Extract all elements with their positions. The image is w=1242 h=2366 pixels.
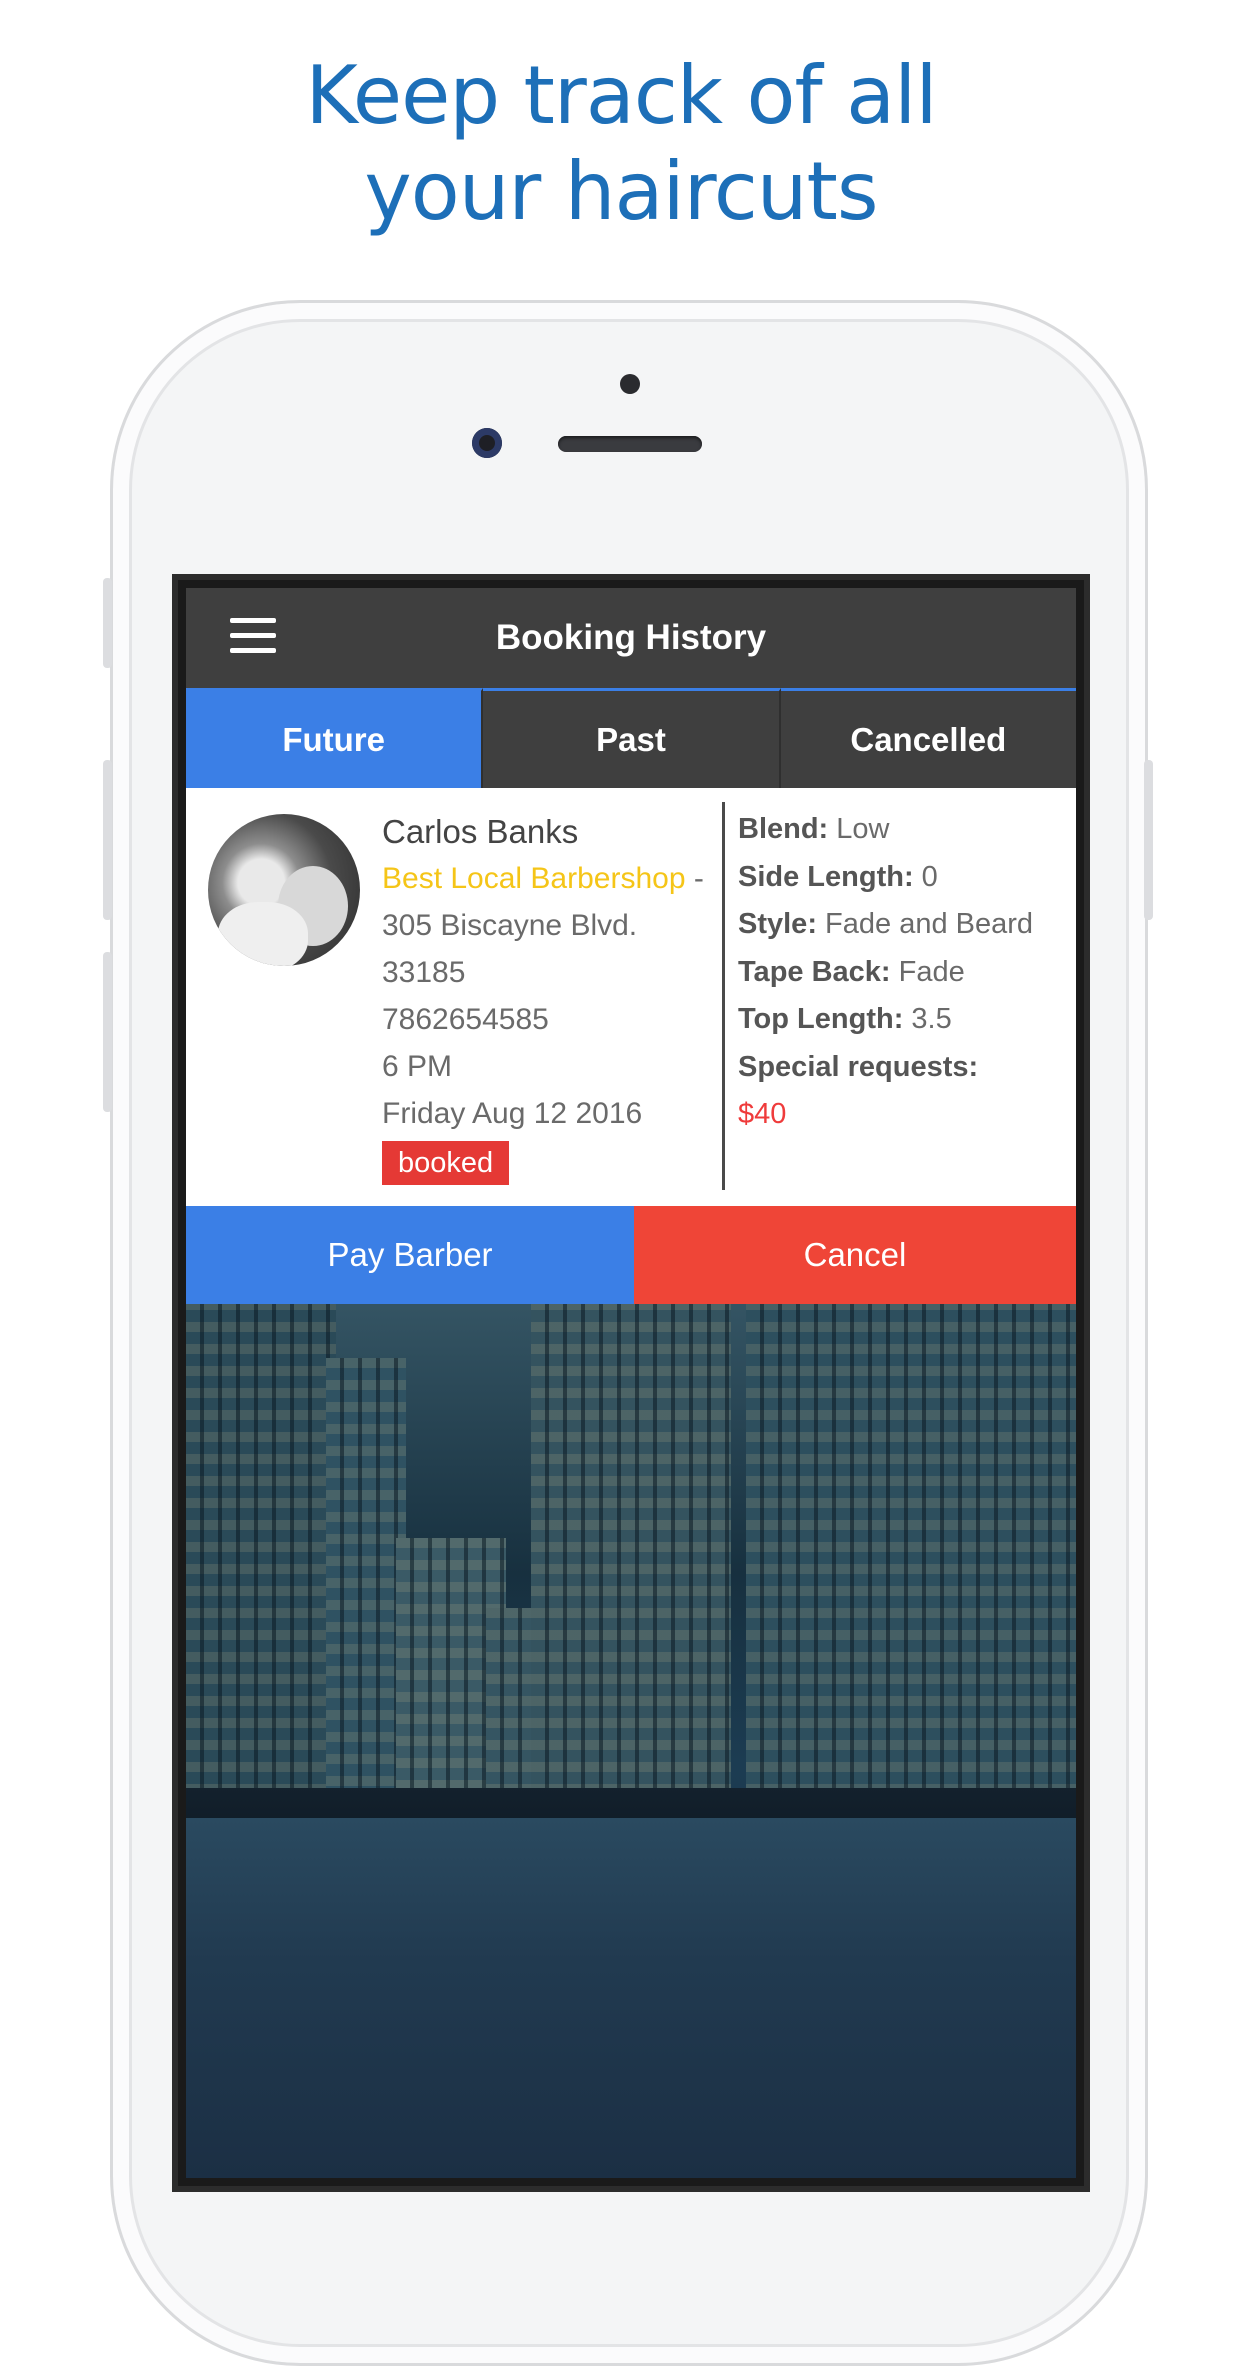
volume-up-button (103, 760, 112, 920)
booking-date: Friday Aug 12 2016 (382, 1097, 643, 1130)
earpiece-speaker (558, 436, 702, 452)
proximity-sensor (620, 374, 640, 394)
card-divider (722, 802, 725, 1190)
headline-line-1: Keep track of all (305, 49, 937, 142)
booking-tabs: Future Past Cancelled (186, 688, 1076, 788)
front-camera (472, 428, 502, 458)
detail-tape-back: Tape Back: Fade (738, 955, 965, 988)
volume-down-button (103, 952, 112, 1112)
detail-style: Style: Fade and Beard (738, 908, 1034, 940)
shop-line: Best Local Barbershop - (382, 855, 722, 902)
booking-price: $40 (738, 1098, 787, 1130)
detail-special-requests: Special requests: (738, 1050, 979, 1083)
shop-separator: - (685, 862, 704, 895)
phone-screen: Booking History Future Past Cancelled Ca… (172, 574, 1090, 2192)
booking-card: Carlos Banks Best Local Barbershop - 305… (186, 788, 1076, 1206)
power-button (1144, 760, 1153, 920)
shop-name[interactable]: Best Local Barbershop (382, 862, 686, 895)
tab-past[interactable]: Past (483, 688, 781, 788)
headline-line-2: your haircuts (364, 145, 878, 238)
booking-actions: Pay Barber Cancel (186, 1206, 1076, 1304)
detail-side-length: Side Length: 0 (738, 860, 938, 893)
side-switch (103, 578, 112, 668)
cancel-booking-button[interactable]: Cancel (634, 1206, 1076, 1304)
address-line-2: 33185 (382, 956, 466, 989)
client-name: Carlos Banks (382, 813, 579, 850)
address-line-1: 305 Biscayne Blvd. (382, 909, 638, 942)
detail-blend: Blend: Low (738, 813, 890, 845)
app-toolbar: Booking History (186, 588, 1076, 688)
page-title: Booking History (495, 618, 767, 657)
detail-top-length: Top Length: 3.5 (738, 1003, 952, 1035)
tab-cancelled[interactable]: Cancelled (780, 688, 1076, 788)
booking-time: 6 PM (382, 1050, 453, 1083)
marketing-headline: Keep track of all your haircuts (0, 48, 1242, 240)
river-water (186, 1818, 1076, 2178)
barber-avatar (208, 814, 360, 966)
tab-future[interactable]: Future (186, 688, 484, 788)
phone-number: 7862654585 (382, 1003, 549, 1036)
pay-barber-button[interactable]: Pay Barber (186, 1206, 634, 1304)
app-viewport: Booking History Future Past Cancelled Ca… (186, 588, 1076, 2178)
status-badge: booked (382, 1141, 510, 1185)
haircut-details: Blend: Low Side Length: 0 Style: Fade an… (738, 806, 1068, 1139)
booking-info: Carlos Banks Best Local Barbershop - 305… (382, 808, 722, 1186)
